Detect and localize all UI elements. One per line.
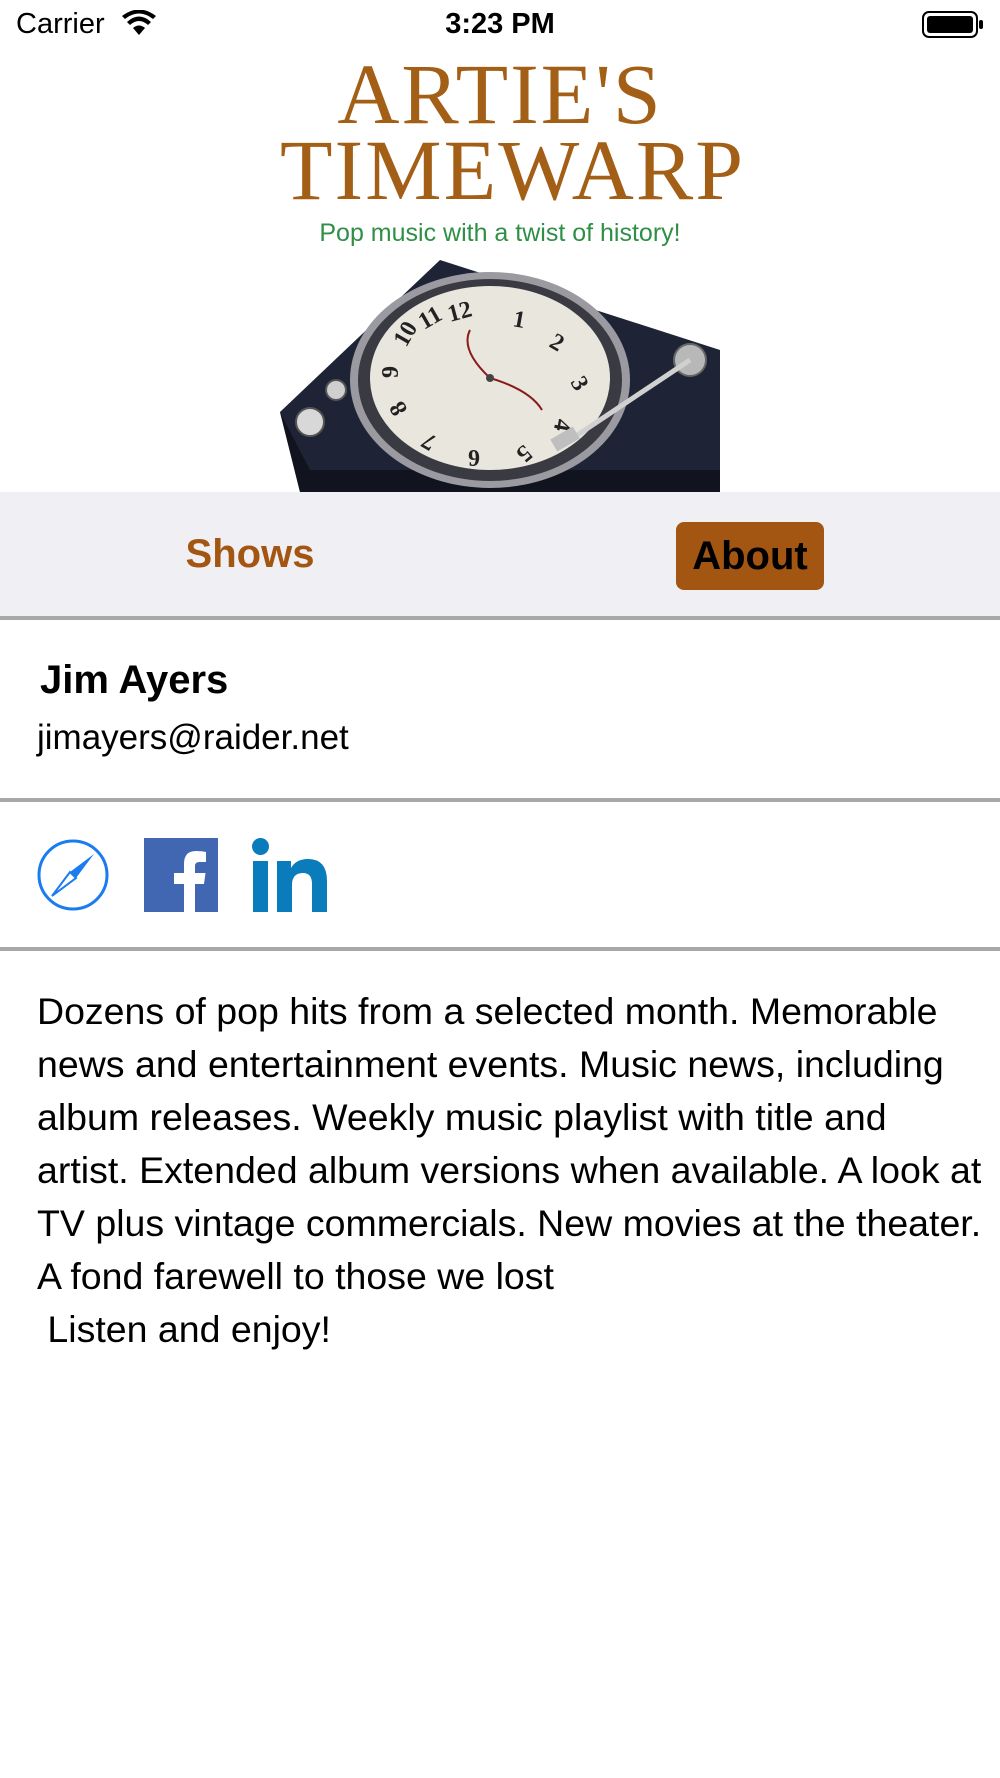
clock-numeral: 9 xyxy=(378,366,404,378)
logo-title: ARTIE'S TIMEWARP xyxy=(280,46,746,218)
linkedin-link[interactable] xyxy=(252,838,328,912)
battery-icon xyxy=(922,10,984,45)
tab-about[interactable]: About xyxy=(676,522,824,590)
logo-tagline: Pop music with a twist of history! xyxy=(319,219,681,247)
linkedin-icon xyxy=(252,838,327,912)
website-link[interactable] xyxy=(36,838,110,912)
status-time: 3:23 PM xyxy=(445,8,555,40)
facebook-icon xyxy=(144,838,218,912)
safari-compass-icon xyxy=(37,839,109,911)
artie-timewarp-logo: ARTIE'S TIMEWARP Pop music with a twist … xyxy=(280,46,746,492)
logo-title-line2: TIMEWARP xyxy=(280,122,746,218)
logo-title-line1: ARTIE'S xyxy=(337,46,663,142)
tab-shows[interactable]: Shows xyxy=(160,522,340,586)
clock-numeral: 6 xyxy=(468,444,480,470)
about-description: Dozens of pop hits from a selected month… xyxy=(37,990,982,1350)
status-bar: Carrier 3:23 PM xyxy=(0,0,1000,50)
turntable-clock-image: 12 1 2 3 4 5 6 7 8 9 10 11 xyxy=(280,260,720,492)
divider xyxy=(0,947,1000,951)
tab-bar: Shows About xyxy=(0,492,1000,616)
divider xyxy=(0,798,1000,802)
divider xyxy=(0,616,1000,620)
facebook-link[interactable] xyxy=(144,838,218,912)
contact-email-link[interactable]: jimayers@raider.net xyxy=(37,718,349,758)
contact-name: Jim Ayers xyxy=(40,658,229,702)
